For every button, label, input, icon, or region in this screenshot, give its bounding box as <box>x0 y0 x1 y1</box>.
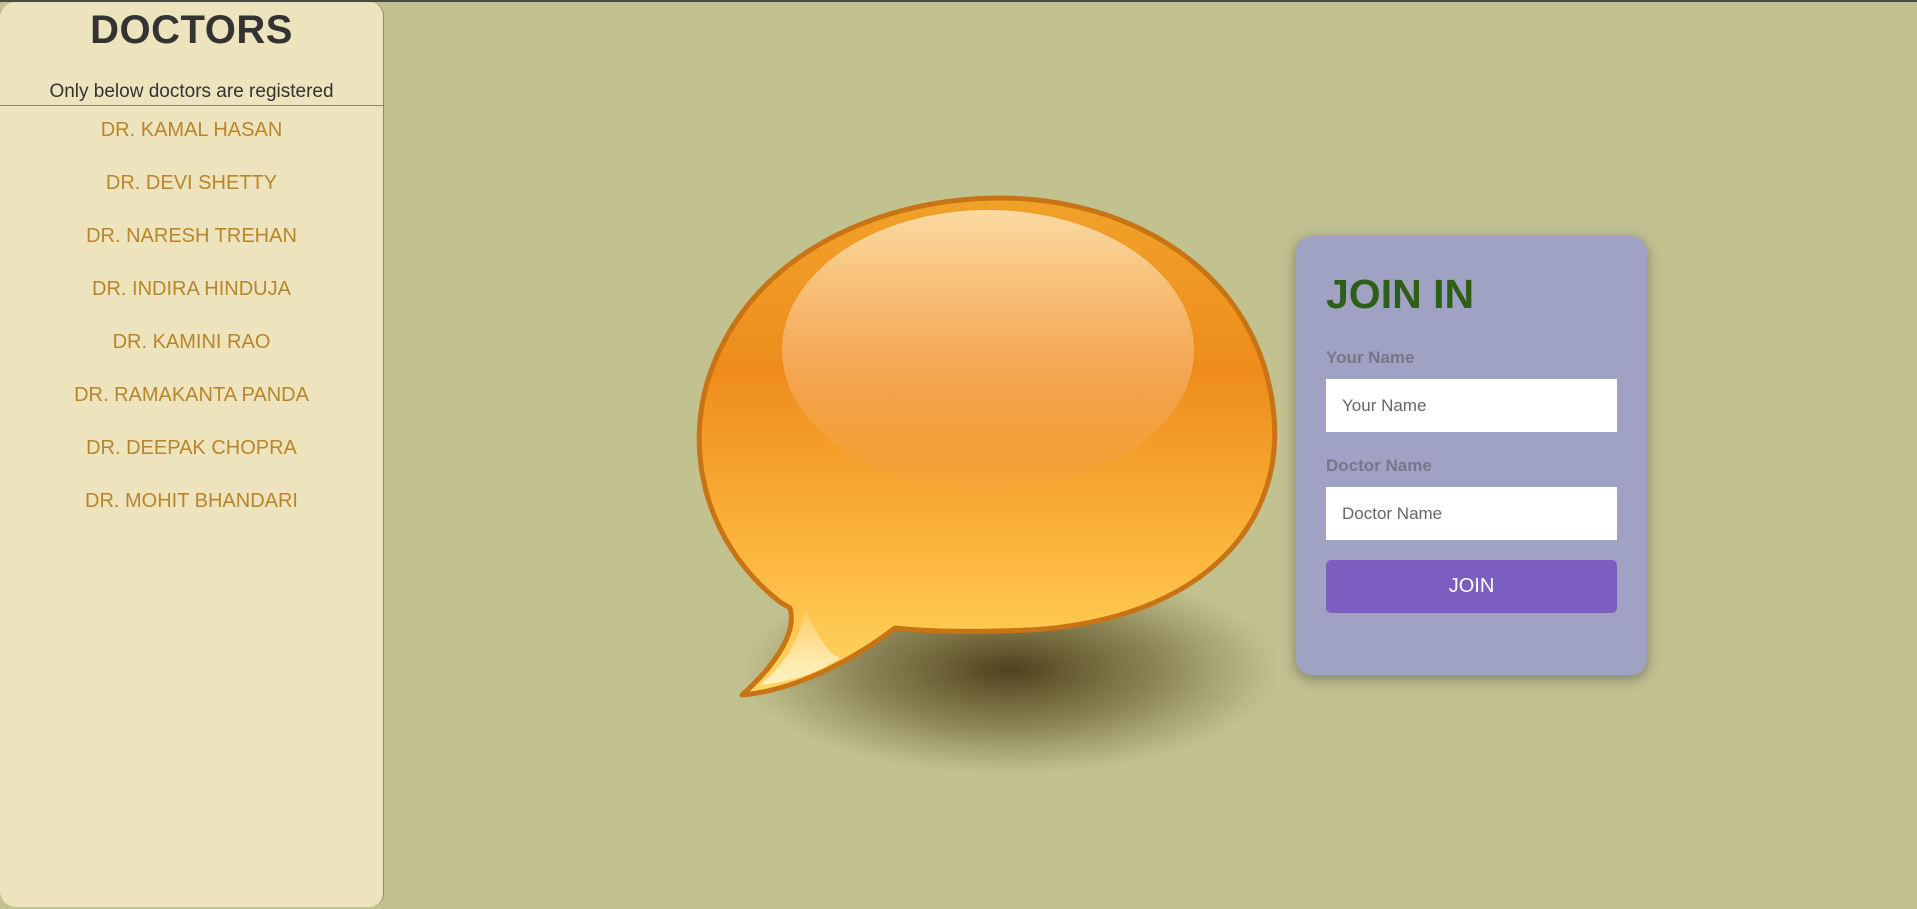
your-name-input[interactable] <box>1326 379 1617 432</box>
chat-bubble-icon <box>680 190 1280 790</box>
doctor-list-item[interactable]: DR. KAMINI RAO <box>0 329 383 382</box>
join-form-card: JOIN IN Your Name Doctor Name JOIN <box>1296 236 1647 675</box>
doctor-list-item[interactable]: DR. MOHIT BHANDARI <box>0 488 383 541</box>
join-button[interactable]: JOIN <box>1326 560 1617 613</box>
sidebar-title: DOCTORS <box>90 8 293 52</box>
doctors-sidebar: DOCTORS Only below doctors are registere… <box>0 2 384 907</box>
doctor-list-item[interactable]: DR. KAMAL HASAN <box>0 117 383 170</box>
doctor-list-item[interactable]: DR. INDIRA HINDUJA <box>0 276 383 329</box>
doctor-name-input[interactable] <box>1326 487 1617 540</box>
join-form-title: JOIN IN <box>1326 271 1475 317</box>
doctor-list-item[interactable]: DR. NARESH TREHAN <box>0 223 383 276</box>
your-name-label: Your Name <box>1326 348 1415 367</box>
doctor-list-item[interactable]: DR. DEEPAK CHOPRA <box>0 435 383 488</box>
doctor-list-item[interactable]: DR. RAMAKANTA PANDA <box>0 382 383 435</box>
doctor-list-item[interactable]: DR. DEVI SHETTY <box>0 170 383 223</box>
doctor-list: DR. KAMAL HASAN DR. DEVI SHETTY DR. NARE… <box>0 106 383 541</box>
sidebar-subtitle: Only below doctors are registered <box>0 82 383 106</box>
doctor-name-label: Doctor Name <box>1326 456 1432 475</box>
